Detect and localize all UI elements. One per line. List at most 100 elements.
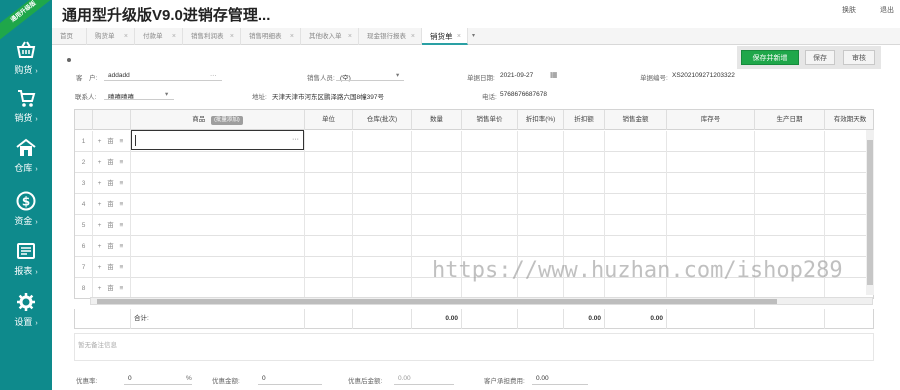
table-cell[interactable]	[564, 173, 605, 194]
table-cell[interactable]	[518, 131, 564, 152]
table-cell[interactable]	[412, 215, 462, 236]
table-cell[interactable]	[462, 215, 518, 236]
table-row[interactable]: 5 + 亩 ≡	[75, 215, 873, 236]
table-cell[interactable]	[667, 236, 755, 257]
table-cell[interactable]	[755, 236, 825, 257]
table-cell[interactable]	[667, 215, 755, 236]
customer-fee-input[interactable]: 0.00	[536, 375, 549, 382]
table-cell[interactable]	[353, 152, 412, 173]
close-icon[interactable]: ×	[230, 28, 234, 45]
table-cell[interactable]	[667, 173, 755, 194]
table-cell[interactable]	[605, 152, 667, 173]
close-icon[interactable]: ×	[348, 28, 352, 45]
audit-button[interactable]: 审核	[843, 50, 875, 65]
logout-link[interactable]: 退出	[880, 7, 894, 14]
table-cell[interactable]	[518, 236, 564, 257]
close-icon[interactable]: ×	[411, 28, 415, 45]
discount-amount-input[interactable]: 0	[262, 375, 266, 382]
table-cell[interactable]	[131, 257, 305, 278]
table-cell[interactable]	[518, 173, 564, 194]
tab-payment[interactable]: 付款单 ×	[135, 28, 183, 45]
chevron-down-icon[interactable]: ▾	[472, 28, 475, 45]
save-new-button[interactable]: 保存并新增	[741, 50, 799, 65]
table-cell[interactable]	[755, 194, 825, 215]
vertical-scrollbar[interactable]	[866, 130, 874, 295]
table-cell[interactable]	[305, 173, 353, 194]
table-cell[interactable]	[462, 152, 518, 173]
row-actions[interactable]: + 亩 ≡	[93, 194, 131, 215]
table-cell[interactable]	[518, 152, 564, 173]
table-cell[interactable]	[305, 152, 353, 173]
table-cell[interactable]	[462, 173, 518, 194]
skin-link[interactable]: 换肤	[842, 7, 856, 14]
table-cell[interactable]	[462, 194, 518, 215]
table-cell[interactable]	[305, 194, 353, 215]
date-field[interactable]: 2021-09-27	[500, 72, 533, 79]
table-cell[interactable]	[564, 152, 605, 173]
row-actions[interactable]: + 亩 ≡	[93, 215, 131, 236]
table-cell[interactable]	[564, 236, 605, 257]
table-cell[interactable]	[353, 278, 412, 298]
chevron-down-icon[interactable]: ▾	[396, 71, 399, 79]
scroll-thumb[interactable]	[97, 299, 777, 304]
table-cell[interactable]	[353, 194, 412, 215]
row-actions[interactable]: + 亩 ≡	[93, 236, 131, 257]
table-cell[interactable]	[131, 194, 305, 215]
close-icon[interactable]: ×	[457, 28, 461, 45]
table-cell[interactable]	[755, 215, 825, 236]
sidebar-item-reports[interactable]: 报表 ›	[0, 235, 52, 285]
sidebar-item-settings[interactable]: 设置 ›	[0, 286, 52, 336]
tab-purchase-order[interactable]: 购货单 ×	[87, 28, 135, 45]
tab-sales-order[interactable]: 销货单 ×	[422, 28, 468, 45]
row-actions[interactable]: + 亩 ≡	[93, 131, 131, 152]
table-cell[interactable]	[131, 278, 305, 298]
remark-textarea[interactable]: 暂无备注信息	[74, 333, 874, 361]
table-cell[interactable]	[131, 215, 305, 236]
tab-sales-detail[interactable]: 销售明细表 ×	[241, 28, 301, 45]
table-cell[interactable]	[755, 131, 825, 152]
table-cell[interactable]	[605, 236, 667, 257]
tab-home[interactable]: 首页	[52, 28, 87, 45]
table-cell[interactable]	[305, 215, 353, 236]
customer-more-button[interactable]: ···	[210, 72, 217, 79]
table-cell[interactable]	[412, 173, 462, 194]
table-cell[interactable]	[755, 152, 825, 173]
table-cell[interactable]	[353, 131, 412, 152]
sidebar-item-sales[interactable]: 销货 ›	[0, 82, 52, 132]
tab-profit-report[interactable]: 销售利润表 ×	[183, 28, 241, 45]
horizontal-scrollbar[interactable]	[90, 297, 873, 305]
discount-rate-input[interactable]: 0	[128, 375, 132, 382]
customer-field[interactable]: addadd	[108, 72, 130, 79]
row-actions[interactable]: + 亩 ≡	[93, 278, 131, 298]
tab-other-income[interactable]: 其他收入单 ×	[301, 28, 359, 45]
table-row[interactable]: 2 + 亩 ≡	[75, 152, 873, 173]
row-actions[interactable]: + 亩 ≡	[93, 152, 131, 173]
sidebar-item-warehouse[interactable]: 仓库 ›	[0, 132, 52, 182]
table-cell[interactable]	[605, 215, 667, 236]
table-cell[interactable]	[305, 257, 353, 278]
table-cell[interactable]	[518, 215, 564, 236]
row-actions[interactable]: + 亩 ≡	[93, 173, 131, 194]
table-cell[interactable]	[353, 236, 412, 257]
table-cell[interactable]	[564, 194, 605, 215]
product-more-button[interactable]: ···	[292, 136, 299, 143]
table-cell[interactable]	[667, 194, 755, 215]
table-cell[interactable]	[462, 131, 518, 152]
table-cell[interactable]	[518, 194, 564, 215]
table-cell[interactable]	[353, 215, 412, 236]
table-cell[interactable]	[412, 194, 462, 215]
table-cell[interactable]	[462, 236, 518, 257]
table-cell[interactable]	[667, 152, 755, 173]
table-cell[interactable]	[412, 152, 462, 173]
table-cell[interactable]	[353, 257, 412, 278]
batch-add-button[interactable]: (批量添加)	[211, 116, 243, 125]
save-button[interactable]: 保存	[805, 50, 835, 65]
table-row[interactable]: 4 + 亩 ≡	[75, 194, 873, 215]
table-cell[interactable]	[605, 173, 667, 194]
close-icon[interactable]: ×	[124, 28, 128, 45]
table-cell[interactable]	[305, 236, 353, 257]
table-cell[interactable]	[605, 131, 667, 152]
table-cell[interactable]	[131, 152, 305, 173]
sidebar-item-funds[interactable]: $ 资金 ›	[0, 185, 52, 235]
table-cell[interactable]	[755, 173, 825, 194]
